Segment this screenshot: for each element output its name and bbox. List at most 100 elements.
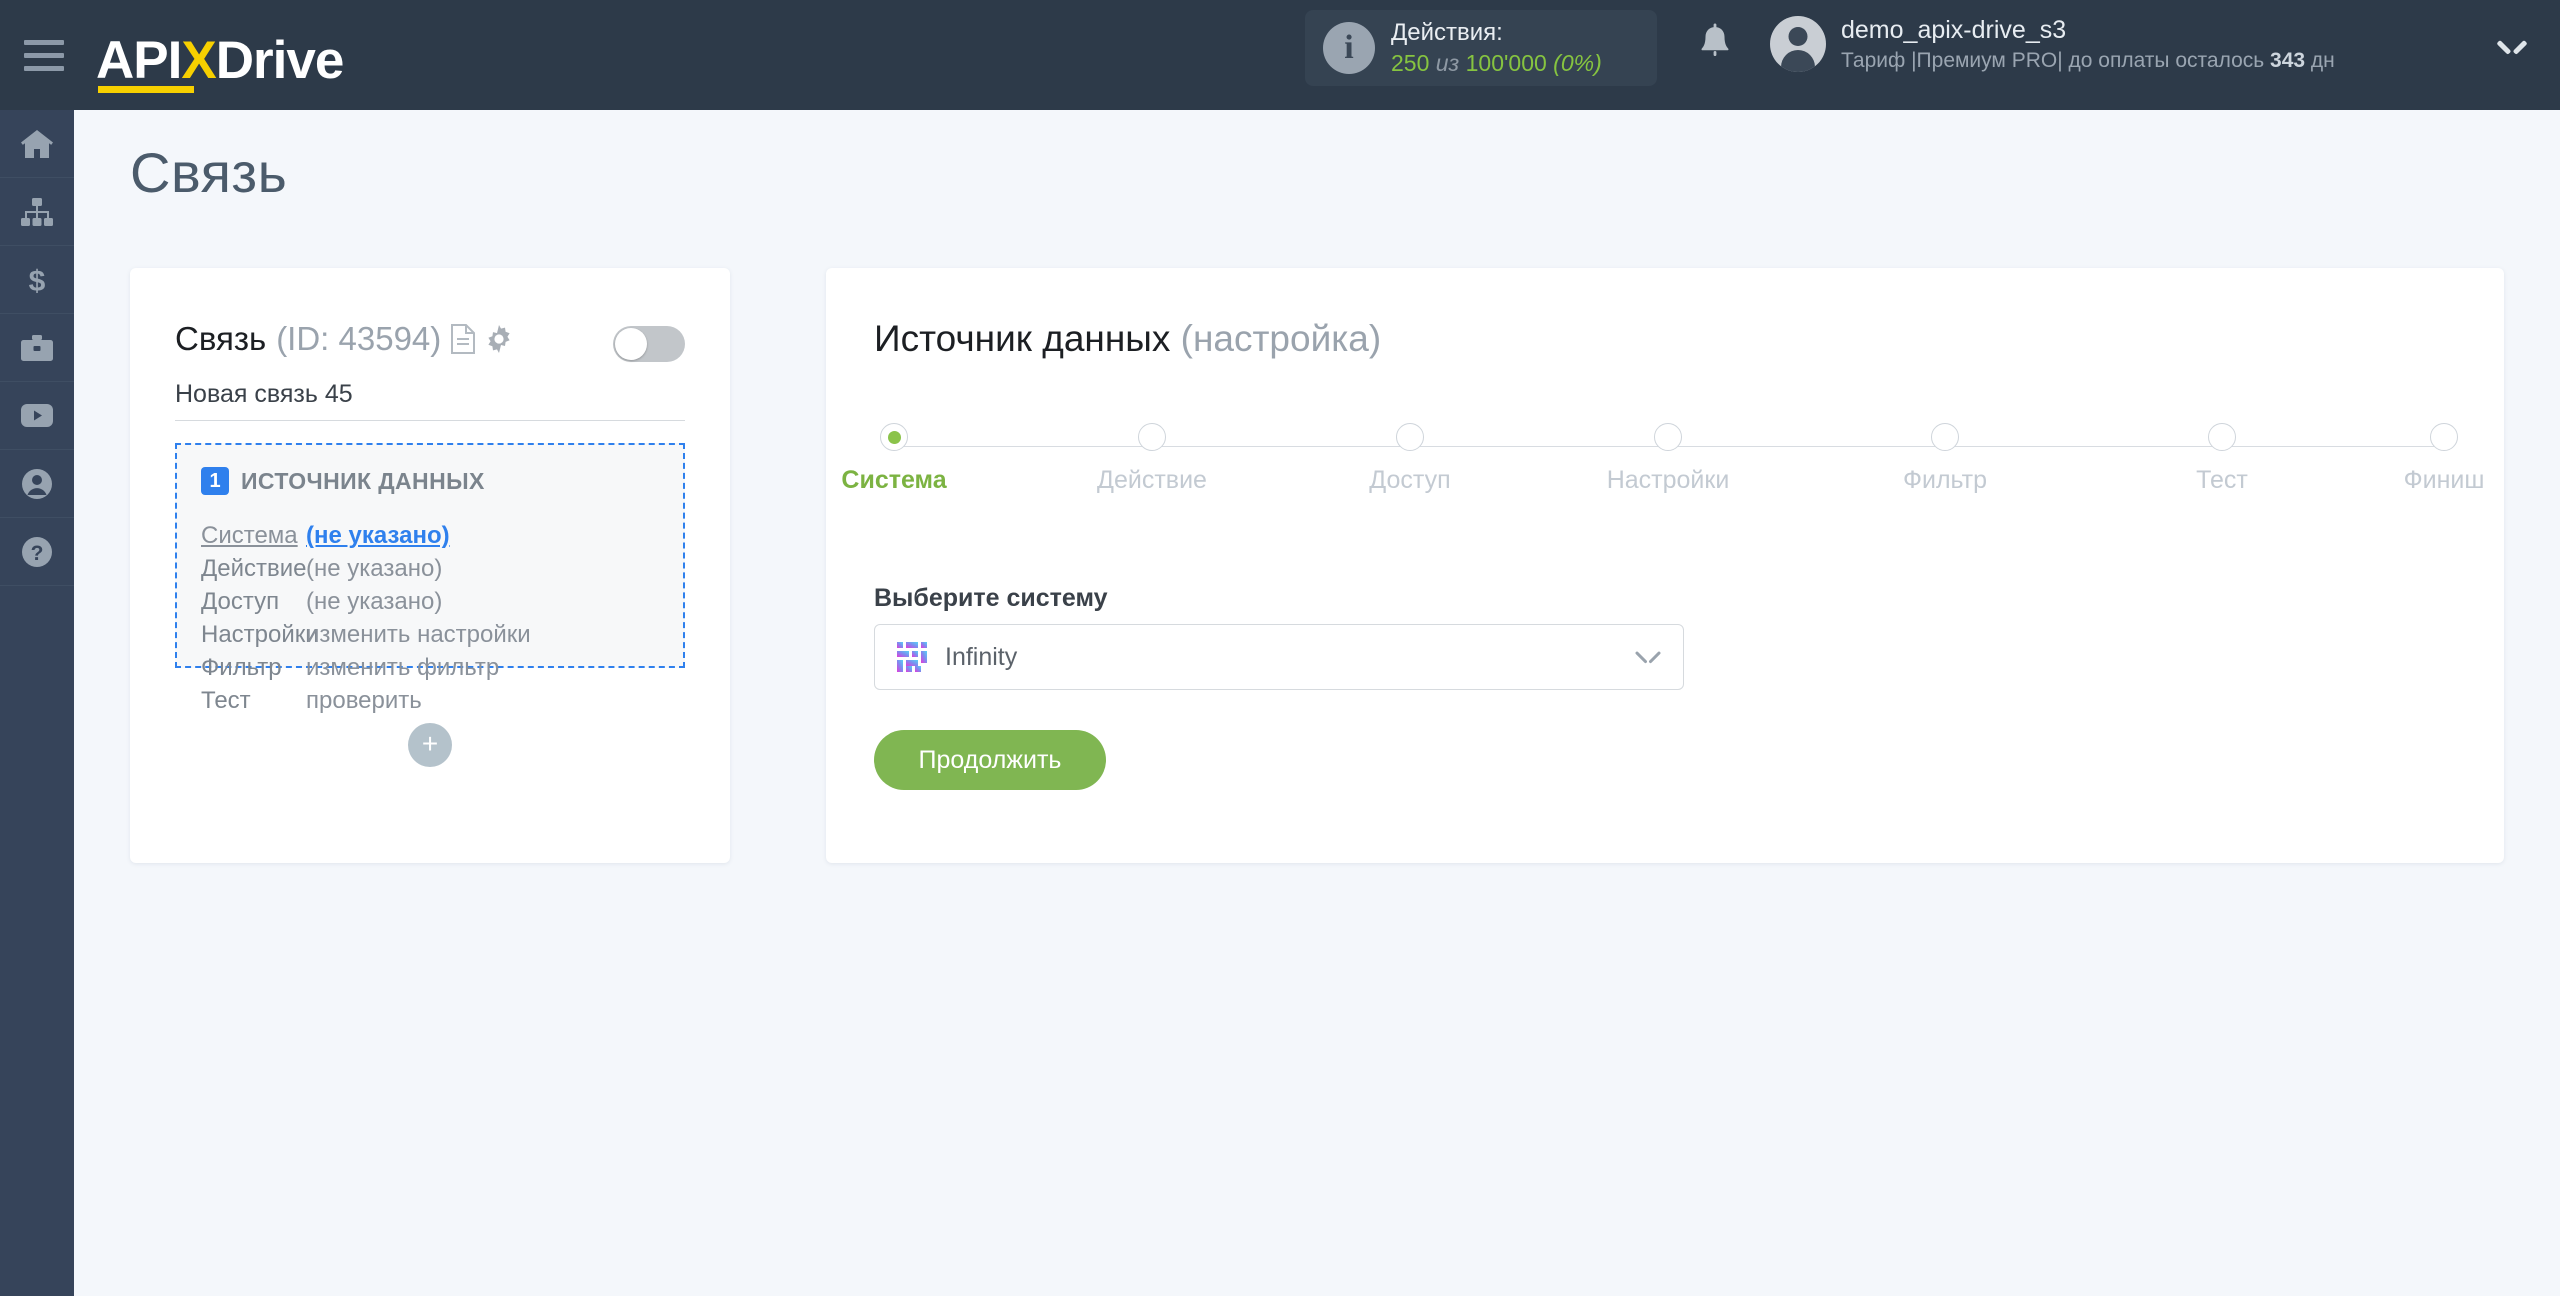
row-value: (не указано) [306,555,443,582]
brand-x: X [181,31,216,90]
actions-percent: (0%) [1553,49,1602,76]
step-label: Фильтр [1903,466,1987,494]
step-label: Финиш [2403,466,2485,494]
step-dot [1654,423,1682,451]
plan-days-unit: дн [2305,48,2335,72]
row-value: (не указано) [306,588,443,615]
step-label: Доступ [1369,466,1451,494]
infinity-logo-icon [897,642,927,672]
step-dot [2430,423,2458,451]
step-dot [1396,423,1424,451]
actions-total: 100'000 [1465,49,1547,76]
step-number-badge: 1 [201,467,229,495]
plan-name: Премиум PRO [1916,48,2058,72]
setup-panel-title: Источник данных (настройка) [874,318,1381,360]
home-icon [20,129,54,159]
continue-button[interactable]: Продолжить [874,730,1106,790]
add-block-button[interactable]: + [408,723,452,767]
row-key: Настройки [201,621,319,648]
data-source-row-system[interactable]: Система (не указано) [201,519,671,552]
connection-card-header: Связь (ID: 43594) [175,320,513,358]
system-field-label: Выберите систему [874,584,1108,612]
data-source-row-settings[interactable]: Настройки изменить настройки [201,618,671,651]
user-circle-icon [21,468,53,500]
gear-icon[interactable] [485,325,513,353]
user-plan: Тариф |Премиум PRO| до оплаты осталось 3… [1841,47,2335,74]
chevron-down-icon [1637,651,1659,663]
row-key: Действие [201,555,307,582]
data-source-block: 1 ИСТОЧНИК ДАННЫХ Система (не указано) Д… [175,443,685,714]
plan-suffix: | до оплаты осталось [2057,48,2271,72]
brand-logo[interactable]: APIXDrive [96,23,345,93]
bell-icon[interactable] [1697,23,1733,67]
setup-stepper: Система Действие Доступ Настройки Фильтр… [841,423,2484,523]
left-sidebar: $ ? [0,110,74,1296]
hamburger-icon[interactable] [24,36,70,74]
svg-text:?: ? [31,542,44,565]
setup-title-main: Источник данных [874,318,1171,359]
brand-underline [98,86,194,93]
step-settings[interactable]: Настройки [1588,423,1748,495]
row-key: Фильтр [201,654,282,681]
data-source-heading: 1 ИСТОЧНИК ДАННЫХ [201,467,485,495]
sidebar-item-partners[interactable] [0,314,74,382]
step-dot [2208,423,2236,451]
actions-quota-value: 250 из 100'000 (0%) [1391,49,1602,78]
connection-name-field[interactable]: Новая связь 45 [175,380,685,421]
connection-card: Связь (ID: 43594) Новая связь 45 1 ИСТОЧ… [130,268,730,863]
step-filter[interactable]: Фильтр [1865,423,2025,495]
data-source-row-test[interactable]: Тест проверить [201,684,671,717]
data-source-row-filter[interactable]: Фильтр изменить фильтр [201,651,671,684]
sidebar-item-home[interactable] [0,110,74,178]
actions-quota-text: Действия: 250 из 100'000 (0%) [1391,18,1602,78]
data-source-row-access[interactable]: Доступ (не указано) [201,585,671,618]
setup-title-muted: (настройка) [1180,318,1382,359]
page-content: Связь Главная/Связи/Новая связь 45 Связь… [74,110,2560,1296]
row-value: изменить фильтр [306,654,500,681]
document-icon[interactable] [451,324,476,354]
data-source-row-action[interactable]: Действие (не указано) [201,552,671,585]
page-title: Связь [130,141,288,204]
user-menu[interactable]: demo_apix-drive_s3 Тариф |Премиум PRO| д… [1770,14,2335,74]
connection-enable-toggle[interactable] [613,326,685,362]
step-finish[interactable]: Финиш [2364,423,2524,495]
sidebar-item-connections[interactable] [0,178,74,246]
step-label: Действие [1097,466,1207,494]
step-label: Система [841,466,947,494]
top-header: APIXDrive i Действия: 250 из 100'000 (0%… [0,0,2560,110]
system-select[interactable]: Infinity [874,624,1684,690]
youtube-icon [20,403,54,428]
step-dot [1138,423,1166,451]
brand-drive: Drive [215,31,345,90]
step-dot [1931,423,1959,451]
row-key[interactable]: Система [201,519,306,552]
hamburger-bar [24,39,64,45]
actions-used: 250 [1391,49,1430,76]
user-name: demo_apix-drive_s3 [1841,16,2067,44]
step-access[interactable]: Доступ [1330,423,1490,495]
sidebar-item-video[interactable] [0,382,74,450]
system-select-value: Infinity [945,642,1018,671]
step-system[interactable]: Система [814,423,974,495]
actions-quota-badge[interactable]: i Действия: 250 из 100'000 (0%) [1305,10,1657,86]
step-label: Тест [2196,466,2248,494]
step-label: Настройки [1606,466,1730,494]
step-action[interactable]: Действие [1072,423,1232,495]
plan-days: 343 [2270,48,2306,72]
user-info: demo_apix-drive_s3 Тариф |Премиум PRO| д… [1841,14,2335,74]
sidebar-item-billing[interactable]: $ [0,246,74,314]
sidebar-item-account[interactable] [0,450,74,518]
row-value[interactable]: (не указано) [306,519,450,552]
briefcase-icon [20,334,54,362]
chevron-down-icon[interactable] [2500,40,2524,54]
plan-prefix: Тариф | [1841,48,1917,72]
data-source-rows: Система (не указано) Действие (не указан… [201,519,671,717]
actions-quota-title: Действия: [1391,18,1503,46]
row-value: изменить настройки [306,621,531,648]
step-test[interactable]: Тест [2142,423,2302,495]
row-key: Тест [201,687,251,714]
sidebar-item-help[interactable]: ? [0,518,74,586]
step-dot [880,423,908,451]
connection-title: Связь [175,320,267,357]
row-key: Доступ [201,588,280,615]
